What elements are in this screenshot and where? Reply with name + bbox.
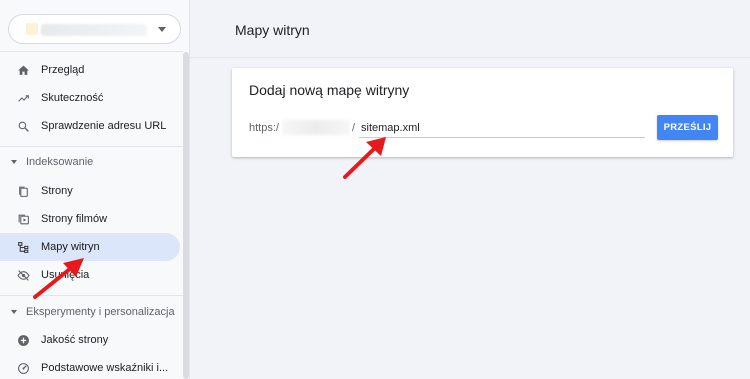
property-name-redacted <box>41 24 147 36</box>
sidebar-item-label: Usunięcia <box>41 269 90 281</box>
sidebar-item-url-inspection[interactable]: Sprawdzenie adresu URL <box>0 112 180 140</box>
card-title: Dodaj nową mapę witryny <box>249 82 410 98</box>
sidebar-scrollbar[interactable] <box>183 52 189 379</box>
page-title: Mapy witryn <box>235 22 310 38</box>
sidebar-item-overview[interactable]: Przegląd <box>0 56 180 84</box>
search-icon <box>15 118 31 134</box>
home-icon <box>15 62 31 78</box>
pages-icon <box>15 183 31 199</box>
sidebar-item-video-pages[interactable]: Strony filmów <box>0 205 180 233</box>
sitemap-icon <box>15 239 31 255</box>
visibility-off-icon <box>15 267 31 283</box>
domain-redacted <box>282 120 350 135</box>
sidebar-item-label: Przegląd <box>41 64 85 76</box>
sidebar: Przegląd Skuteczność Sprawdzenie adresu … <box>0 0 190 379</box>
url-slash: / <box>352 122 356 134</box>
sidebar-item-label: Podstawowe wskaźniki i... <box>41 362 169 374</box>
page-header: Mapy witryn <box>190 0 750 58</box>
chevron-down-icon <box>158 27 166 32</box>
divider <box>0 51 183 52</box>
sidebar-item-sitemaps[interactable]: Mapy witryn <box>0 233 180 261</box>
trending-up-icon <box>15 90 31 106</box>
collapse-triangle-icon <box>11 160 17 164</box>
add-circle-icon <box>15 332 31 348</box>
section-label: Eksperymenty i personalizacja <box>26 306 175 318</box>
submit-button[interactable]: PRZEŚLIJ <box>657 115 718 140</box>
divider <box>0 146 183 147</box>
add-sitemap-card: Dodaj nową mapę witryny https:/ / PRZEŚL… <box>232 68 733 157</box>
divider <box>0 295 183 296</box>
collapse-triangle-icon <box>11 310 17 314</box>
url-prefix: https:/ <box>249 122 279 134</box>
video-pages-icon <box>15 211 31 227</box>
sidebar-item-label: Mapy witryn <box>41 241 100 253</box>
sidebar-item-label: Strony <box>41 185 73 197</box>
section-label: Indeksowanie <box>26 156 94 168</box>
sitemap-url-input[interactable] <box>359 118 645 138</box>
sidebar-item-removals[interactable]: Usunięcia <box>0 261 180 289</box>
property-selector[interactable] <box>8 14 181 44</box>
speed-gauge-icon <box>15 360 31 376</box>
property-favicon-icon <box>26 23 38 35</box>
sidebar-item-pages[interactable]: Strony <box>0 177 180 205</box>
section-indexing[interactable]: Indeksowanie <box>0 151 180 173</box>
sidebar-item-performance[interactable]: Skuteczność <box>0 84 180 112</box>
section-experiments[interactable]: Eksperymenty i personalizacja <box>0 301 180 323</box>
sidebar-item-page-experience[interactable]: Jakość strony <box>0 326 180 354</box>
sidebar-item-label: Skuteczność <box>41 92 104 104</box>
sidebar-item-label: Sprawdzenie adresu URL <box>41 120 167 132</box>
sidebar-item-label: Jakość strony <box>41 334 109 346</box>
sidebar-item-label: Strony filmów <box>41 213 108 225</box>
sidebar-item-core-web-vitals[interactable]: Podstawowe wskaźniki i... <box>0 354 180 379</box>
